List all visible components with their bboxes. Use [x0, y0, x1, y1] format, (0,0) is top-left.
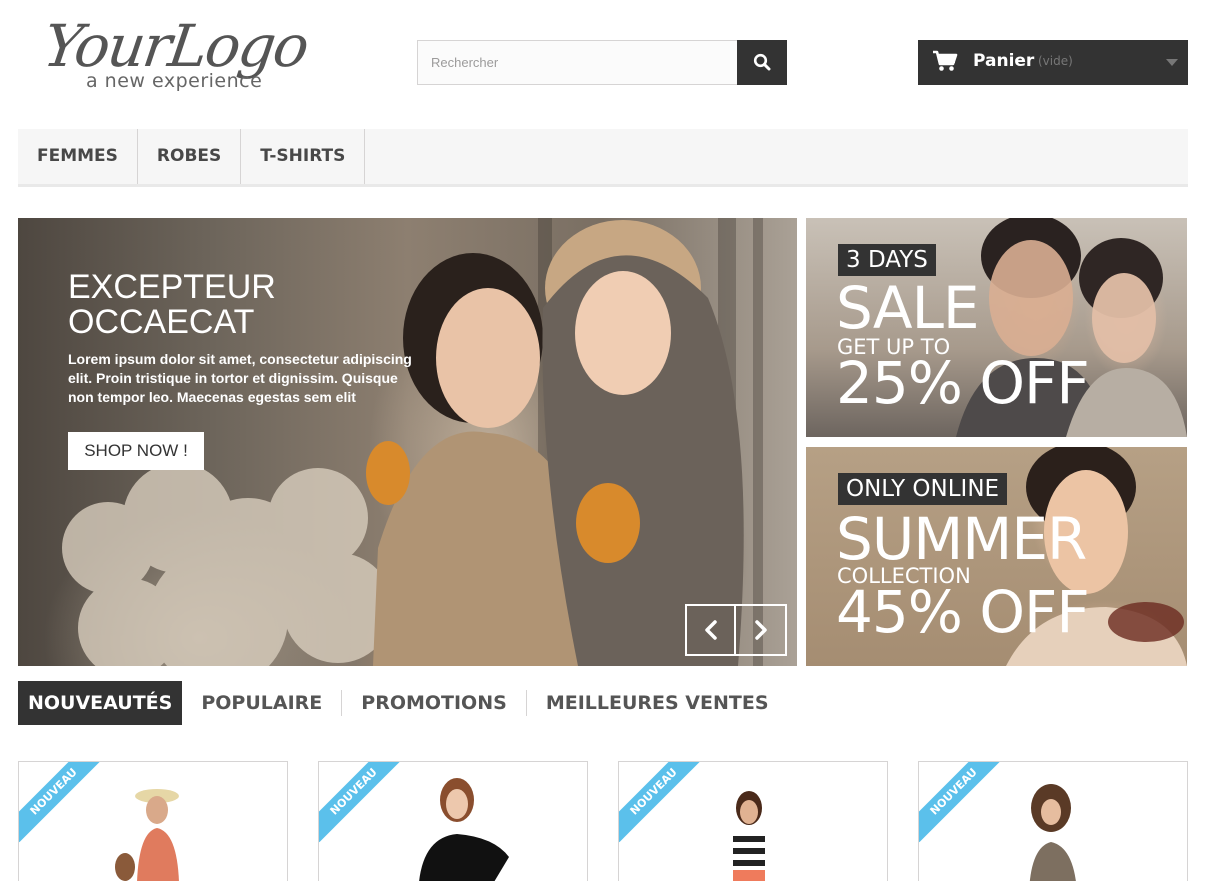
product-card[interactable]: NOUVEAU: [18, 761, 288, 881]
product-card[interactable]: NOUVEAU: [618, 761, 888, 881]
slide-title: EXCEPTEUR OCCAECAT: [68, 270, 398, 340]
banner-sale-headline: SALE: [836, 274, 980, 342]
menu-item-robes[interactable]: ROBES: [138, 129, 242, 184]
new-badge: NOUVEAU: [19, 762, 102, 843]
new-badge-label: NOUVEAU: [319, 762, 402, 843]
slide-description: Lorem ipsum dolor sit amet, consectetur …: [68, 351, 412, 405]
shop-now-button[interactable]: SHOP NOW !: [68, 432, 204, 470]
home-slider: EXCEPTEUR OCCAECAT Lorem ipsum dolor sit…: [18, 218, 797, 666]
search-bar: [417, 40, 787, 85]
main-menu: FEMMES ROBES T-SHIRTS: [18, 129, 1188, 187]
slider-prev-button[interactable]: [687, 606, 737, 654]
logo-tagline: a new experience: [86, 70, 263, 92]
banner-summer-headline: SUMMER: [836, 505, 1087, 573]
chevron-left-icon: [704, 620, 717, 640]
tab-populaire[interactable]: POPULAIRE: [182, 681, 341, 725]
caret-down-icon: [1166, 59, 1178, 66]
new-badge-label: NOUVEAU: [19, 762, 102, 843]
menu-item-t-shirts[interactable]: T-SHIRTS: [241, 129, 366, 184]
new-badge: NOUVEAU: [619, 762, 702, 843]
chevron-right-icon: [754, 620, 767, 640]
new-badge: NOUVEAU: [319, 762, 402, 843]
search-button[interactable]: [737, 40, 787, 85]
search-icon: [753, 53, 771, 71]
slider-controls: [685, 604, 787, 656]
banner-sale-tag: 3 DAYS: [838, 244, 936, 276]
new-badge: NOUVEAU: [919, 762, 1002, 843]
product-tabs: NOUVEAUTÉS POPULAIRE PROMOTIONS MEILLEUR…: [18, 681, 788, 725]
product-card[interactable]: NOUVEAU: [318, 761, 588, 881]
banner-sale[interactable]: 3 DAYS SALE GET UP TO 25% OFF: [806, 218, 1187, 437]
slide-title-line2: OCCAECAT: [68, 303, 255, 341]
site-logo[interactable]: YourLogo a new experience: [39, 12, 334, 94]
banner-summer[interactable]: ONLY ONLINE SUMMER COLLECTION 45% OFF: [806, 447, 1187, 666]
cart-label: Panier: [973, 51, 1035, 71]
tab-promotions[interactable]: PROMOTIONS: [342, 681, 526, 725]
new-badge-label: NOUVEAU: [619, 762, 702, 843]
cart-icon: [933, 50, 958, 71]
banner-sale-offer: 25% OFF: [836, 349, 1090, 417]
slide-title-line1: EXCEPTEUR: [68, 268, 276, 306]
tab-meilleures-ventes[interactable]: MEILLEURES VENTES: [527, 681, 788, 725]
search-input[interactable]: [417, 40, 738, 85]
cart-dropdown[interactable]: Panier (vide): [918, 40, 1188, 85]
product-card[interactable]: NOUVEAU: [918, 761, 1188, 881]
logo-text: YourLogo: [39, 12, 312, 80]
banner-summer-offer: 45% OFF: [836, 578, 1090, 646]
menu-item-femmes[interactable]: FEMMES: [18, 129, 138, 184]
slider-next-button[interactable]: [736, 606, 785, 654]
cart-status: (vide): [1038, 54, 1073, 68]
banner-summer-tag: ONLY ONLINE: [838, 473, 1008, 505]
tab-nouveautes[interactable]: NOUVEAUTÉS: [18, 681, 183, 725]
new-badge-label: NOUVEAU: [919, 762, 1002, 843]
